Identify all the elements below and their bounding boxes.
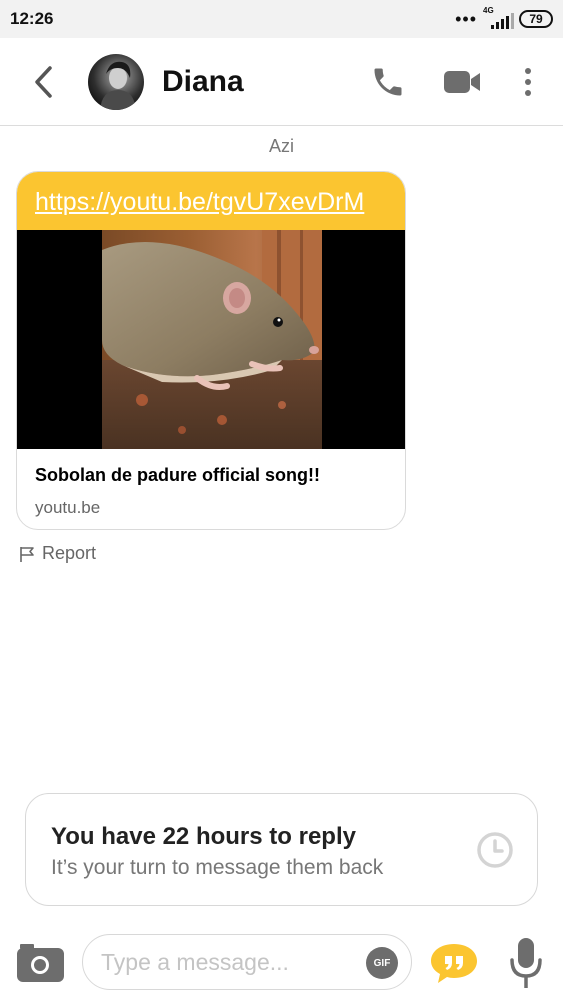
gif-label: GIF — [373, 957, 391, 969]
link-preview-title: Sobolan de padure official song!! — [35, 465, 321, 485]
camera-icon — [17, 944, 64, 982]
icebreaker-button[interactable] — [429, 940, 479, 986]
video-preview[interactable] — [17, 230, 405, 449]
more-notifications-icon: ••• — [455, 9, 477, 29]
video-camera-icon — [444, 71, 480, 93]
clock-icon — [477, 832, 513, 868]
chat-header: Diana — [0, 38, 563, 126]
video-thumbnail — [102, 230, 322, 449]
reply-timer-title: You have 22 hours to reply — [51, 823, 356, 850]
video-call-button[interactable] — [442, 62, 482, 102]
phone-icon — [374, 68, 402, 96]
link-url-bar: https://youtu.be/tgvU7xevDrM — [17, 172, 405, 230]
rat-image — [102, 230, 322, 449]
battery-level: 79 — [529, 12, 543, 26]
report-label: Report — [42, 543, 97, 563]
chevron-left-icon — [35, 66, 52, 98]
voice-call-button[interactable] — [368, 62, 408, 102]
link-message-card[interactable]: https://youtu.be/tgvU7xevDrM Sobolan de … — [16, 171, 406, 530]
avatar-photo — [100, 61, 136, 110]
quote-bubble-icon — [431, 944, 477, 983]
more-options-button[interactable] — [508, 62, 548, 102]
cellular-signal-icon: 4G — [483, 6, 514, 29]
battery-icon: 79 — [519, 10, 553, 28]
back-button[interactable] — [28, 62, 60, 102]
link-preview-domain: youtu.be — [35, 498, 101, 517]
date-separator: Azi — [268, 136, 294, 156]
voice-message-button[interactable] — [506, 936, 546, 990]
report-button[interactable]: Report — [18, 543, 96, 564]
camera-button[interactable] — [16, 938, 66, 984]
contact-name[interactable]: Diana — [162, 65, 244, 99]
status-indicators: ••• 4G 79 — [455, 6, 553, 30]
gif-button[interactable]: GIF — [366, 947, 398, 979]
message-input[interactable] — [82, 934, 412, 990]
reply-timer-subtitle: It’s your turn to message them back — [51, 856, 384, 879]
reply-timer-notice: You have 22 hours to reply It’s your tur… — [25, 793, 538, 906]
status-bar: 12:26 ••• 4G 79 — [0, 0, 563, 38]
flag-icon — [20, 546, 34, 562]
avatar[interactable] — [88, 54, 144, 110]
message-composer: GIF — [0, 930, 563, 1000]
message-link[interactable]: https://youtu.be/tgvU7xevDrM — [35, 188, 364, 217]
status-time: 12:26 — [10, 9, 54, 28]
chat-screen: 12:26 ••• 4G 79 Diana Azi https://youtu.… — [0, 0, 563, 1000]
microphone-icon — [510, 938, 542, 988]
more-vertical-icon — [525, 68, 531, 96]
